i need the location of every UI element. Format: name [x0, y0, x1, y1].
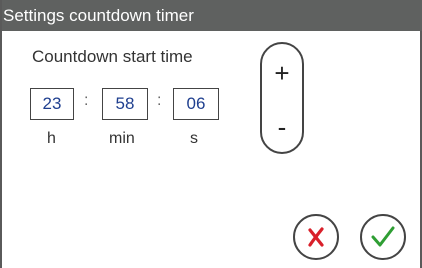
- confirm-button[interactable]: [360, 214, 406, 260]
- check-icon: [371, 226, 395, 247]
- window-title: Settings countdown timer: [2, 0, 422, 31]
- time-separator: :: [84, 92, 89, 109]
- hours-field[interactable]: 23: [30, 88, 74, 120]
- seconds-unit-label: s: [190, 130, 198, 147]
- hours-unit-label: h: [47, 130, 56, 147]
- countdown-label: Countdown start time: [32, 47, 193, 66]
- cancel-button[interactable]: [293, 214, 339, 260]
- decrement-button[interactable]: -: [262, 102, 302, 152]
- settings-window: Settings countdown timer Countdown start…: [0, 0, 422, 268]
- minutes-field[interactable]: 58: [102, 88, 148, 120]
- x-icon: [308, 227, 324, 247]
- minutes-unit-label: min: [109, 130, 135, 147]
- time-separator: :: [157, 92, 162, 109]
- value-stepper: + -: [260, 42, 304, 154]
- seconds-field[interactable]: 06: [173, 88, 219, 120]
- increment-button[interactable]: +: [262, 48, 302, 98]
